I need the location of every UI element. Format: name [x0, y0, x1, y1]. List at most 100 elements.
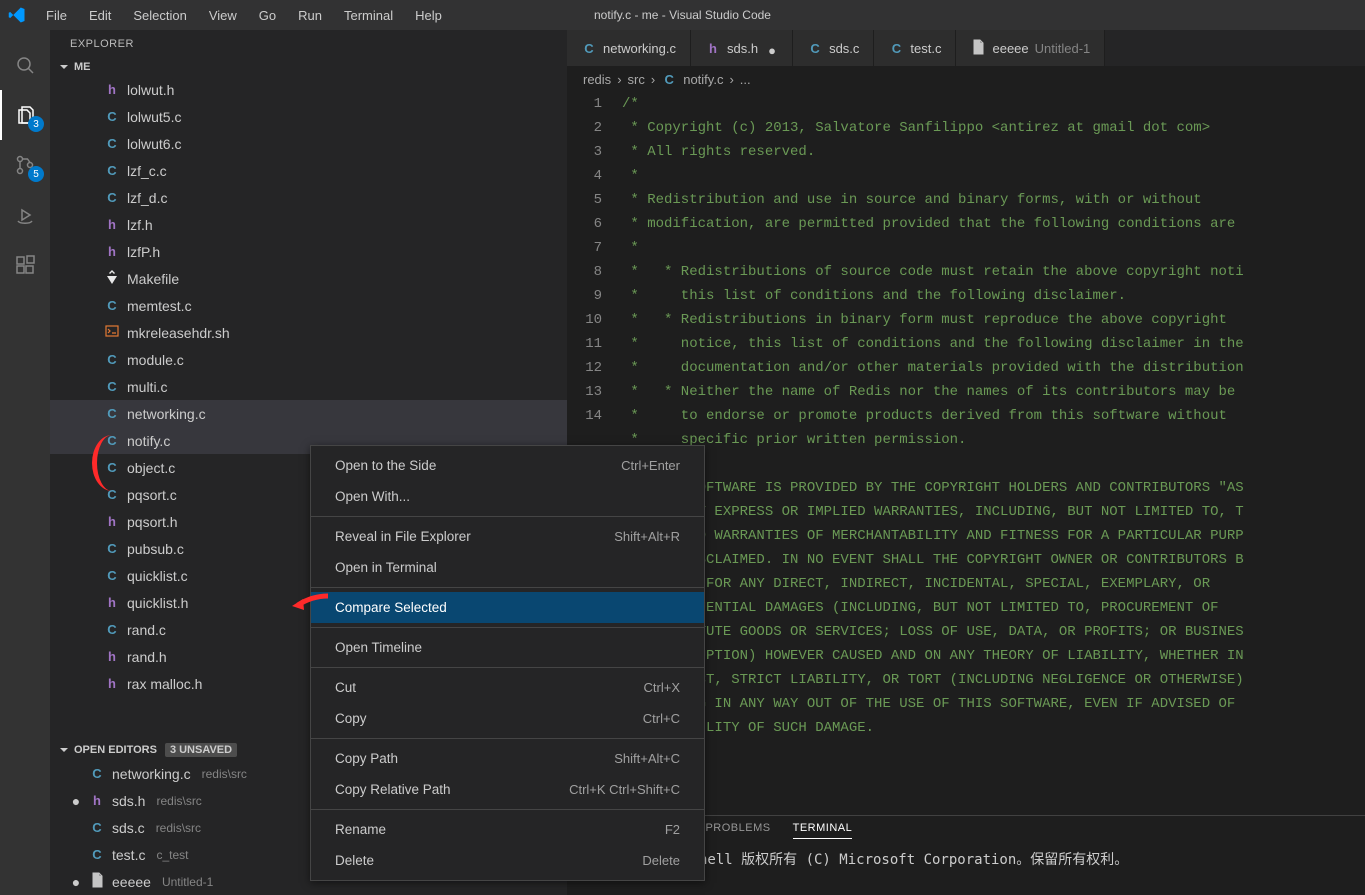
h-file-icon: h	[104, 595, 120, 610]
breadcrumb-item[interactable]: ...	[740, 72, 751, 87]
c-file-icon: C	[104, 352, 120, 367]
open-editor-path: redis\src	[156, 794, 201, 808]
file-item[interactable]: Cnetworking.c	[50, 400, 567, 427]
context-menu-item[interactable]: Compare Selected	[311, 592, 704, 623]
editor-tab[interactable]: Cnetworking.c	[567, 30, 691, 66]
context-menu-label: Open in Terminal	[335, 560, 437, 575]
file-name-label: module.c	[127, 352, 184, 368]
activity-bar: 3 5	[0, 30, 50, 895]
context-menu-separator	[311, 587, 704, 588]
context-menu-item[interactable]: Copy Ctrl+C	[311, 703, 704, 734]
file-item[interactable]: Clzf_d.c	[50, 184, 567, 211]
h-file-icon: h	[104, 217, 120, 232]
context-menu-label: Copy	[335, 711, 367, 726]
breadcrumb-item[interactable]: src	[628, 72, 645, 87]
makefile-icon	[104, 269, 120, 288]
c-file-icon: C	[104, 163, 120, 178]
tab-label: test.c	[910, 41, 941, 56]
menu-view[interactable]: View	[199, 4, 247, 27]
titlebar: FileEditSelectionViewGoRunTerminalHelp n…	[0, 0, 1365, 30]
file-name-label: lzf_d.c	[127, 190, 167, 206]
sh-file-icon	[104, 323, 120, 342]
context-menu-item[interactable]: Copy Relative PathCtrl+K Ctrl+Shift+C	[311, 774, 704, 805]
context-menu-label: Cut	[335, 680, 356, 695]
chevron-down-icon	[58, 61, 70, 73]
context-menu-item[interactable]: Copy PathShift+Alt+C	[311, 743, 704, 774]
chevron-down-icon	[58, 744, 70, 756]
file-item[interactable]: hlolwut.h	[50, 76, 567, 103]
breadcrumb-separator-icon: ›	[651, 72, 655, 87]
editor-tab[interactable]: eeeeeUntitled-1	[956, 30, 1105, 66]
activity-debug-icon[interactable]	[0, 190, 50, 240]
file-item[interactable]: Clolwut5.c	[50, 103, 567, 130]
menu-go[interactable]: Go	[249, 4, 286, 27]
c-file-icon: C	[661, 72, 677, 87]
activity-explorer-icon[interactable]: 3	[0, 90, 50, 140]
file-item[interactable]: Clolwut6.c	[50, 130, 567, 157]
file-name-label: networking.c	[127, 406, 206, 422]
context-menu-shortcut: F2	[665, 822, 680, 837]
file-name-label: multi.c	[127, 379, 167, 395]
c-file-icon: C	[89, 847, 105, 862]
file-item[interactable]: Cmodule.c	[50, 346, 567, 373]
file-item[interactable]: Clzf_c.c	[50, 157, 567, 184]
context-menu-item[interactable]: Open Timeline	[311, 632, 704, 663]
open-editor-name: networking.c	[112, 766, 191, 782]
context-menu-item[interactable]: Reveal in File ExplorerShift+Alt+R	[311, 521, 704, 552]
c-file-icon: C	[104, 109, 120, 124]
h-file-icon: h	[705, 41, 721, 56]
context-menu-item[interactable]: Open to the SideCtrl+Enter	[311, 450, 704, 481]
c-file-icon: C	[89, 820, 105, 835]
code-content[interactable]: /* * Copyright (c) 2013, Salvatore Sanfi…	[622, 92, 1365, 815]
file-name-label: rand.h	[127, 649, 167, 665]
file-name-label: quicklist.c	[127, 568, 188, 584]
open-editor-path: redis\src	[156, 821, 201, 835]
context-menu-item[interactable]: Open in Terminal	[311, 552, 704, 583]
editor-tabs: Cnetworking.chsds.h●Csds.cCtest.ceeeeeUn…	[567, 30, 1365, 66]
file-item[interactable]: hlzf.h	[50, 211, 567, 238]
tab-label: sds.h	[727, 41, 758, 56]
context-menu-item[interactable]: Cut Ctrl+X	[311, 672, 704, 703]
context-menu-item[interactable]: RenameF2	[311, 814, 704, 845]
menu-edit[interactable]: Edit	[79, 4, 121, 27]
file-name-label: mkreleasehdr.sh	[127, 325, 230, 341]
activity-scm-icon[interactable]: 5	[0, 140, 50, 190]
context-menu-item[interactable]: Open With...	[311, 481, 704, 512]
terminal-tab-problems[interactable]: PROBLEMS	[705, 822, 770, 839]
unsaved-badge: 3 UNSAVED	[165, 743, 237, 757]
context-menu-label: Open With...	[335, 489, 410, 504]
context-menu-shortcut: Ctrl+X	[644, 680, 680, 695]
context-menu-label: Delete	[335, 853, 374, 868]
menu-terminal[interactable]: Terminal	[334, 4, 403, 27]
menu-run[interactable]: Run	[288, 4, 332, 27]
file-item[interactable]: Cmulti.c	[50, 373, 567, 400]
context-menu-shortcut: Ctrl+C	[643, 711, 680, 726]
file-name-label: rand.c	[127, 622, 166, 638]
context-menu-item[interactable]: Delete Delete	[311, 845, 704, 876]
breadcrumbs[interactable]: redis›src›Cnotify.c›...	[567, 66, 1365, 92]
file-name-label: memtest.c	[127, 298, 192, 314]
file-name-label: lolwut6.c	[127, 136, 181, 152]
breadcrumb-item[interactable]: redis	[583, 72, 611, 87]
terminal-tab-terminal[interactable]: TERMINAL	[793, 822, 853, 839]
open-editor-name: sds.h	[112, 793, 145, 809]
activity-extensions-icon[interactable]	[0, 240, 50, 290]
editor-tab[interactable]: Csds.c	[793, 30, 874, 66]
sidebar-section-me[interactable]: ME	[50, 58, 567, 76]
menu-file[interactable]: File	[36, 4, 77, 27]
file-item[interactable]: Cmemtest.c	[50, 292, 567, 319]
breadcrumb-item[interactable]: notify.c	[683, 72, 723, 87]
file-item[interactable]: mkreleasehdr.sh	[50, 319, 567, 346]
file-item[interactable]: hlzfP.h	[50, 238, 567, 265]
menu-selection[interactable]: Selection	[123, 4, 196, 27]
file-name-label: pqsort.h	[127, 514, 178, 530]
context-menu-shortcut: Delete	[642, 853, 680, 868]
file-name-label: pqsort.c	[127, 487, 177, 503]
editor-tab[interactable]: Ctest.c	[874, 30, 956, 66]
context-menu-label: Open to the Side	[335, 458, 436, 473]
c-file-icon: C	[807, 41, 823, 56]
activity-search-icon[interactable]	[0, 40, 50, 90]
editor-tab[interactable]: hsds.h●	[691, 30, 793, 66]
menu-help[interactable]: Help	[405, 4, 452, 27]
file-item[interactable]: Makefile	[50, 265, 567, 292]
